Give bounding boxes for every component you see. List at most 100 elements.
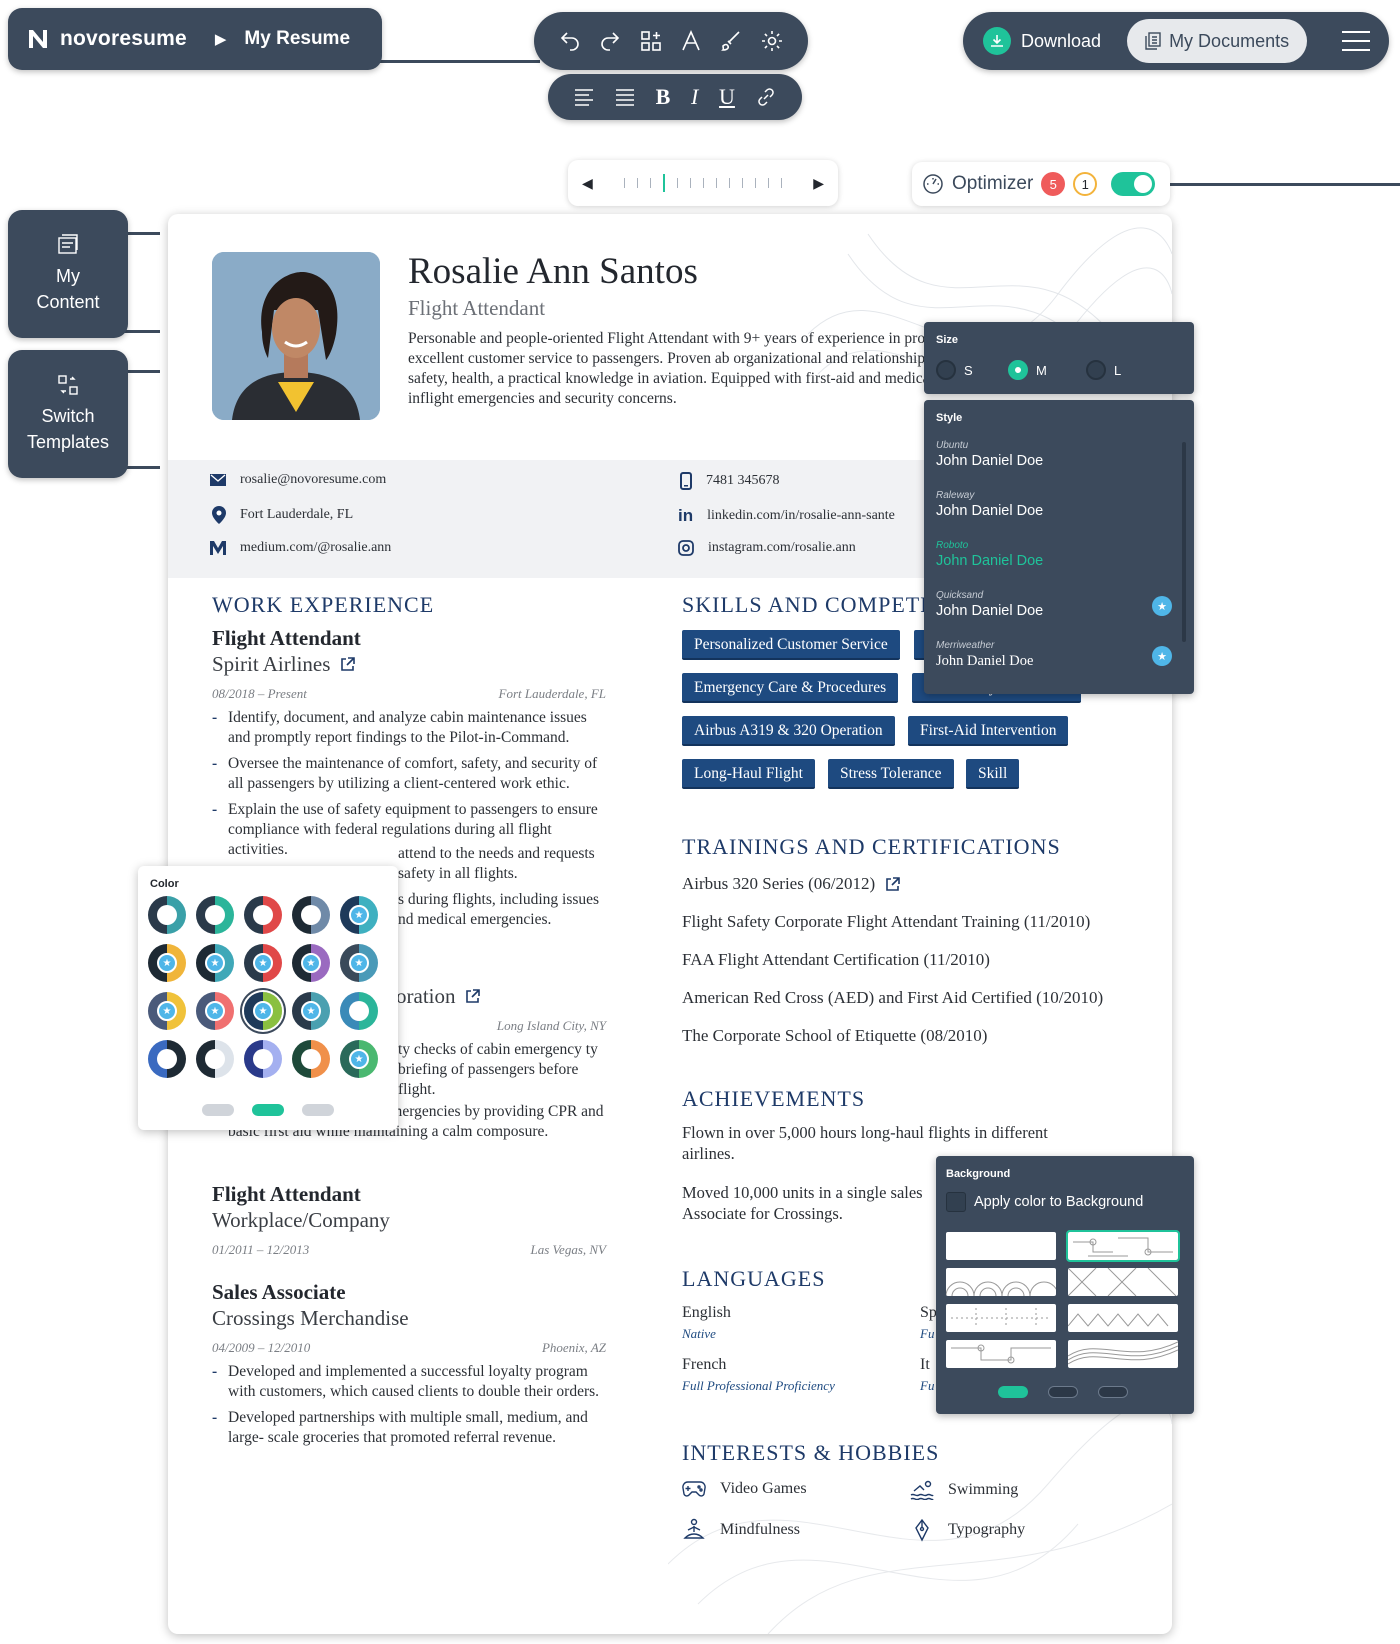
color-swatch[interactable]: ★ [148,944,186,982]
languages-heading[interactable]: LANGUAGES [682,1266,825,1292]
paint-brush-icon[interactable] [719,29,743,53]
zoom-tick[interactable] [650,178,651,188]
zoom-tick[interactable] [768,178,769,188]
optimizer-warning-badge[interactable]: 1 [1073,172,1098,196]
zoom-tick[interactable] [729,178,730,188]
zoom-current-tick[interactable] [663,174,665,192]
redo-icon[interactable] [598,29,622,53]
bold-icon[interactable]: B [656,84,671,110]
font-option-roboto[interactable]: Roboto John Daniel Doe [936,540,1043,569]
optimizer-error-badge[interactable]: 5 [1041,172,1066,196]
contact-linkedin[interactable]: in linkedin.com/in/rosalie-ann-sante [678,506,895,526]
color-swatch[interactable]: ★ [196,992,234,1030]
switch-templates-button[interactable]: Switch Templates [8,350,128,478]
my-content-button[interactable]: My Content [8,210,128,338]
font-option-merriweather[interactable]: Merriweather John Daniel Doe [936,640,1033,670]
cert-item[interactable]: Flight Safety Corporate Flight Attendant… [682,912,1090,932]
zoom-slider[interactable]: ◀ ▶ [568,160,838,206]
font-option-quicksand[interactable]: Quicksand John Daniel Doe [936,590,1043,619]
contact-medium[interactable]: medium.com/@rosalie.ann [210,540,391,556]
cert-item[interactable]: Airbus 320 Series (06/2012) [682,874,900,894]
bg-pattern-dots[interactable] [946,1304,1056,1332]
align-justify-icon[interactable] [615,88,635,106]
skill-tag[interactable]: Personalized Customer Service [682,630,900,660]
external-link-icon[interactable] [340,657,356,672]
zoom-tick[interactable] [637,178,638,188]
resume-name[interactable]: Rosalie Ann Santos [408,250,698,293]
color-swatch[interactable] [340,992,378,1030]
size-option-l[interactable]: L [1086,360,1121,380]
zoom-out-arrow-icon[interactable]: ◀ [582,175,593,192]
font-icon[interactable] [679,29,703,53]
skills-heading[interactable]: SKILLS AND COMPETE [682,592,935,618]
job-title[interactable]: Flight Attendant [212,626,361,651]
zoom-tick[interactable] [690,178,691,188]
novoresume-logo-icon[interactable] [26,27,50,51]
hobby-item[interactable]: Video Games [682,1480,807,1498]
zoom-tick[interactable] [716,178,717,188]
color-swatch[interactable]: ★ [340,896,378,934]
zoom-tick[interactable] [624,178,625,188]
color-swatch[interactable]: ★ [244,992,282,1030]
job-company[interactable]: Spirit Airlines [212,652,356,677]
bg-page-2-dot[interactable] [1048,1386,1078,1398]
bg-pattern-zigzag[interactable] [1068,1304,1178,1332]
job-bullets[interactable]: Developed and implemented a successful l… [212,1362,608,1454]
size-option-s[interactable]: S [936,360,973,380]
hobby-item[interactable]: Typography [910,1518,1025,1542]
download-button[interactable]: Download [983,27,1101,55]
align-left-icon[interactable] [574,88,594,106]
breadcrumb-current[interactable]: My Resume [244,28,350,50]
language-name[interactable]: French [682,1356,726,1374]
achievement-item[interactable]: Moved 10,000 units in a single sales Ass… [682,1182,936,1224]
underline-icon[interactable]: U [719,84,735,110]
color-swatch[interactable] [196,896,234,934]
external-link-icon[interactable] [885,876,900,892]
hamburger-menu-icon[interactable] [1341,30,1371,52]
job-title[interactable]: Sales Associate [212,1280,346,1305]
color-swatch[interactable]: ★ [196,944,234,982]
job-company[interactable]: Workplace/Company [212,1208,390,1233]
brand-name[interactable]: novoresume [60,27,187,51]
color-swatch[interactable] [292,1040,330,1078]
style-scrollbar[interactable] [1182,442,1186,642]
skill-tag[interactable]: First-Aid Intervention [908,716,1069,746]
bg-pattern-plain[interactable] [946,1232,1056,1260]
zoom-tick[interactable] [703,178,704,188]
bg-pattern-waves[interactable] [946,1268,1056,1296]
cert-item[interactable]: FAA Flight Attendant Certification (11/2… [682,950,990,970]
optimizer-toggle[interactable] [1111,172,1156,196]
zoom-tick[interactable] [742,178,743,188]
color-page-2-dot[interactable] [252,1104,284,1116]
cert-item[interactable]: The Corporate School of Etiquette (08/20… [682,1026,987,1046]
color-swatch[interactable]: ★ [340,1040,378,1078]
job-bullets[interactable]: Identify, document, and analyze cabin ma… [212,708,608,866]
font-option-ubuntu[interactable]: Ubuntu John Daniel Doe [936,440,1043,469]
color-swatch[interactable] [292,896,330,934]
zoom-in-arrow-icon[interactable]: ▶ [813,175,824,192]
size-option-m[interactable]: M [1008,360,1047,380]
optimizer-label[interactable]: Optimizer [952,173,1033,195]
undo-icon[interactable] [558,29,582,53]
hobbies-heading[interactable]: INTERESTS & HOBBIES [682,1440,939,1466]
contact-instagram[interactable]: instagram.com/rosalie.ann [678,540,856,556]
language-name[interactable]: It [920,1356,930,1374]
hobby-item[interactable]: Swimming [910,1480,1018,1500]
skill-tag[interactable]: Long-Haul Flight [682,759,815,789]
color-page-1-dot[interactable] [202,1104,234,1116]
skill-tag[interactable]: Airbus A319 & 320 Operation [682,716,895,746]
color-swatch[interactable] [244,1040,282,1078]
contact-location[interactable]: Fort Lauderdale, FL [212,506,353,524]
font-option-raleway[interactable]: Raleway John Daniel Doe [936,490,1043,519]
zoom-tick[interactable] [677,178,678,188]
color-swatch[interactable] [196,1040,234,1078]
skill-tag[interactable]: Skill [966,759,1020,789]
link-icon[interactable] [756,87,776,107]
hobby-item[interactable]: Mindfulness [682,1518,800,1542]
color-page-3-dot[interactable] [302,1104,334,1116]
color-swatch[interactable]: ★ [244,944,282,982]
bg-pattern-circuit[interactable] [1066,1230,1180,1262]
color-swatch[interactable] [148,1040,186,1078]
layout-icon[interactable] [639,29,663,53]
zoom-tick[interactable] [755,178,756,188]
